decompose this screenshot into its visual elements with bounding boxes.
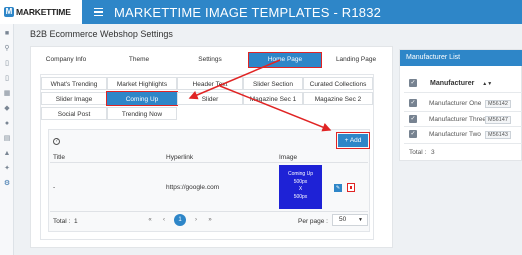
pagination: « ‹ 1 › » bbox=[143, 214, 217, 226]
list-divider bbox=[404, 126, 522, 127]
wrench-icon[interactable]: ✦ bbox=[0, 162, 14, 174]
manufacturer-code: M56143 bbox=[485, 131, 511, 139]
list-divider bbox=[404, 143, 522, 144]
menu-toggle-icon[interactable] bbox=[94, 0, 110, 24]
list-divider bbox=[404, 111, 522, 112]
manufacturer-total-label: Total : bbox=[409, 149, 427, 156]
main-tabs: Company Info Theme Settings Home Page La… bbox=[31, 52, 394, 68]
users-icon[interactable]: ● bbox=[0, 117, 14, 129]
delete-icon[interactable] bbox=[347, 183, 355, 192]
tab-theme[interactable]: Theme bbox=[109, 53, 169, 67]
thumb-height: 500px bbox=[293, 193, 308, 200]
tab-social-post[interactable]: Social Post bbox=[41, 107, 107, 120]
table-row-divider bbox=[50, 211, 368, 212]
page-1-button[interactable]: 1 bbox=[174, 214, 186, 226]
manufacturer-column-label: Manufacturer bbox=[430, 80, 475, 87]
column-header-title[interactable]: Title bbox=[53, 154, 65, 161]
gears-icon[interactable]: ⚙ bbox=[0, 177, 14, 189]
manufacturer-checkbox[interactable]: ✓ bbox=[409, 99, 417, 107]
prev-page-button[interactable]: ‹ bbox=[157, 215, 171, 225]
sort-icon[interactable]: ▲▼ bbox=[482, 81, 492, 87]
manufacturer-name: Manufacturer Two bbox=[429, 131, 481, 138]
logo-mark-icon: M bbox=[4, 7, 14, 17]
tab-landing-page[interactable]: Landing Page bbox=[325, 53, 387, 67]
chart-icon[interactable]: ▲ bbox=[0, 147, 14, 159]
logo[interactable]: M MARKETTIME bbox=[0, 0, 82, 24]
add-button[interactable]: + Add bbox=[336, 132, 370, 149]
tab-curated-collections[interactable]: Curated Collections bbox=[303, 77, 373, 90]
tab-home-page[interactable]: Home Page bbox=[248, 52, 322, 68]
manufacturer-checkbox[interactable]: ✓ bbox=[409, 115, 417, 123]
manufacturer-panel-title: Manufacturer List bbox=[400, 50, 522, 66]
manufacturer-total-value: 3 bbox=[431, 149, 435, 156]
manufacturer-column-header[interactable]: Manufacturer ▲▼ bbox=[430, 80, 492, 87]
tab-magazine-sec-1[interactable]: Magazine Sec 1 bbox=[243, 92, 303, 105]
table-icon[interactable]: ▤ bbox=[0, 132, 14, 144]
next-page-button[interactable]: › bbox=[189, 215, 203, 225]
table-header-divider bbox=[50, 162, 368, 163]
thumb-x: X bbox=[298, 186, 303, 192]
manufacturer-header-divider bbox=[404, 92, 522, 93]
thumb-width: 500px bbox=[293, 178, 308, 185]
logo-text: MARKETTIME bbox=[16, 7, 71, 17]
tab-slider-section[interactable]: Slider Section bbox=[243, 77, 303, 90]
row-hyperlink: https://google.com bbox=[166, 184, 220, 191]
tab-magazine-sec-2[interactable]: Magazine Sec 2 bbox=[303, 92, 373, 105]
manufacturer-name: Manufacturer Three bbox=[429, 116, 486, 123]
per-page-value: 50 bbox=[339, 216, 347, 223]
total-value: 1 bbox=[74, 218, 78, 225]
manufacturer-checkbox[interactable]: ✓ bbox=[409, 130, 417, 138]
document-icon[interactable]: ▯ bbox=[0, 72, 14, 84]
tag-icon[interactable]: ◆ bbox=[0, 102, 14, 114]
search-icon[interactable]: ⚲ bbox=[0, 42, 14, 54]
tab-market-highlights[interactable]: Market Highlights bbox=[107, 77, 177, 90]
select-all-checkbox[interactable]: ✓ bbox=[409, 79, 417, 87]
manufacturer-name: Manufacturer One bbox=[429, 100, 482, 107]
total-label: Total : bbox=[53, 218, 71, 225]
tab-company-info[interactable]: Company Info bbox=[37, 53, 95, 67]
row-image-thumbnail: Coming Up 500px X 500px bbox=[279, 165, 322, 209]
column-header-image[interactable]: Image bbox=[279, 154, 297, 161]
page-title: B2B Ecommerce Webshop Settings bbox=[30, 29, 173, 39]
tab-whats-trending[interactable]: What's Trending bbox=[41, 77, 107, 90]
tab-settings[interactable]: Settings bbox=[179, 53, 241, 67]
last-page-button[interactable]: » bbox=[203, 215, 217, 225]
per-page-label: Per page : bbox=[298, 218, 328, 225]
document-icon[interactable]: ▯ bbox=[0, 57, 14, 69]
app-title: MARKETTIME IMAGE TEMPLATES - R1832 bbox=[114, 4, 382, 20]
tab-slider-image[interactable]: Slider Image bbox=[41, 92, 107, 105]
sidebar-rail: ■ ⚲ ▯ ▯ ▦ ◆ ● ▤ ▲ ✦ ⚙ bbox=[0, 24, 14, 255]
chevron-down-icon: ▼ bbox=[358, 217, 363, 223]
building-icon[interactable]: ▦ bbox=[0, 87, 14, 99]
tab-header-text[interactable]: Header Text bbox=[177, 77, 243, 90]
edit-icon[interactable]: ✎ bbox=[334, 184, 342, 192]
per-page-select[interactable]: 50 ▼ bbox=[332, 214, 368, 226]
tab-coming-up[interactable]: Coming Up bbox=[106, 91, 178, 106]
manufacturer-code: M56147 bbox=[485, 116, 511, 124]
top-bar: M MARKETTIME MARKETTIME IMAGE TEMPLATES … bbox=[0, 0, 522, 24]
column-header-hyperlink[interactable]: Hyperlink bbox=[166, 154, 193, 161]
tab-trending-now[interactable]: Trending Now bbox=[107, 107, 177, 120]
manufacturer-code: M56142 bbox=[485, 100, 511, 108]
dashboard-icon[interactable]: ■ bbox=[0, 27, 14, 39]
thumb-title: Coming Up bbox=[287, 171, 313, 177]
row-title: - bbox=[53, 184, 56, 191]
tab-slider[interactable]: Slider bbox=[177, 92, 243, 105]
help-icon[interactable]: ? bbox=[53, 138, 60, 145]
first-page-button[interactable]: « bbox=[143, 215, 157, 225]
